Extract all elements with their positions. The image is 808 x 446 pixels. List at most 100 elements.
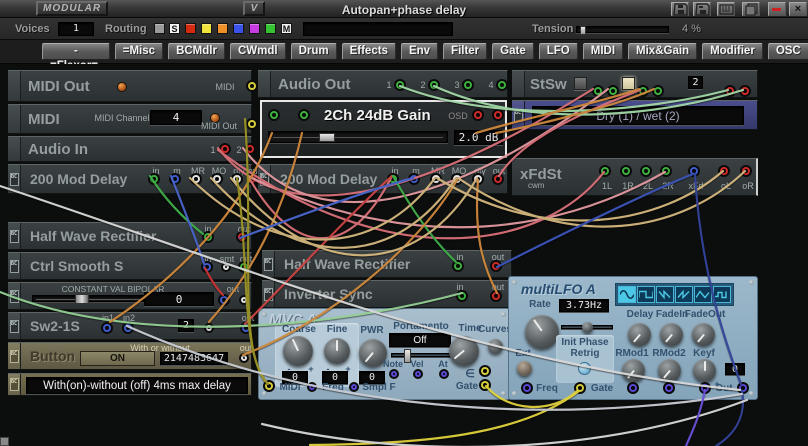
wave-saw-up-button[interactable]	[675, 286, 693, 303]
keyboard-icon[interactable]	[717, 2, 735, 16]
stsw-in-port-2[interactable]	[609, 87, 617, 95]
constant-slider[interactable]	[32, 295, 144, 302]
rate-value[interactable]: 3.73Hz	[559, 299, 609, 312]
tension-slider-handle[interactable]	[580, 26, 586, 35]
module-constant-val[interactable]: BC CONSTANT VAL BIPOLAR 0 out	[8, 282, 252, 310]
audio-out-port-3[interactable]	[464, 81, 472, 89]
routing-swatch[interactable]	[217, 23, 228, 34]
module-multilfo-a[interactable]: multiLFO A Rate 3.73Hz Delay FadeIn Fade…	[508, 276, 758, 400]
module-half-wave-rectifier-mid[interactable]: BC Half Wave Rectifier in out	[262, 250, 512, 278]
routing-swatch[interactable]	[154, 23, 165, 34]
delay-in-port[interactable]	[150, 175, 158, 183]
constant-out-port[interactable]	[220, 296, 228, 304]
audio-out-port-2[interactable]	[430, 81, 438, 89]
xfd-1r-port[interactable]	[622, 167, 630, 175]
stsw-in-port-1[interactable]	[594, 87, 602, 95]
sw2-value[interactable]: 2	[178, 319, 194, 332]
stsw-out-port-2[interactable]	[741, 87, 749, 95]
smooth-in-port[interactable]	[203, 263, 211, 271]
constant-out-port-2[interactable]	[241, 297, 247, 303]
keyf-value[interactable]: 0	[725, 363, 745, 375]
vel-port[interactable]	[415, 371, 421, 377]
sw2-in1-port[interactable]	[103, 324, 111, 332]
toolbar-button-flexor[interactable]: -=Flexor=-	[42, 43, 110, 60]
module-inverter-sync[interactable]: BC Inverter Sync in out	[262, 280, 512, 308]
audio-out-port-1[interactable]	[396, 81, 404, 89]
toolbar-button-drum[interactable]: Drum	[291, 43, 337, 60]
close-icon[interactable]: ×	[789, 2, 807, 16]
wave-saw-down-button[interactable]	[656, 286, 674, 303]
smpl-port[interactable]	[351, 384, 357, 390]
time-knob[interactable]	[449, 336, 479, 366]
delay-mr-port[interactable]	[432, 175, 440, 183]
curves-knob[interactable]	[488, 339, 503, 354]
gain-in-port-1[interactable]	[270, 111, 278, 119]
delay-out-port[interactable]	[248, 175, 256, 183]
module-audio-in[interactable]: Audio In 1 2	[8, 136, 252, 162]
rectifier-in-port[interactable]	[454, 262, 462, 270]
sw2-out-port[interactable]	[242, 324, 250, 332]
inverter-in-port[interactable]	[458, 292, 466, 300]
gain-out-port-1[interactable]	[474, 111, 482, 119]
rmod2-knob[interactable]	[658, 359, 681, 382]
sw2-in2-port[interactable]	[124, 324, 132, 332]
note-port[interactable]	[391, 371, 397, 377]
module-mod-delay-left[interactable]: BC 200 Mod Delay in m MR MO dly out	[8, 164, 252, 194]
fine-knob[interactable]	[324, 338, 350, 364]
wave-sine-button[interactable]	[618, 286, 636, 303]
module-sw2-1s[interactable]: BC Sw2-1S in1 in2 2 out	[8, 312, 252, 340]
xfd-outr-port[interactable]	[742, 167, 750, 175]
module-xfdst[interactable]: xFdSt cwm 1L 1R 2L 2R xFd oL oR	[512, 158, 758, 196]
toolbar-button-cwmdl[interactable]: CWmdl	[230, 43, 286, 60]
toolbar-button-filter[interactable]: Filter	[443, 43, 487, 60]
rectifier-out-port[interactable]	[492, 262, 500, 270]
lfo-rmod1-port[interactable]	[629, 384, 637, 392]
portamento-slider[interactable]	[391, 353, 457, 357]
smooth-time-port[interactable]	[223, 264, 229, 270]
gain-slider-handle[interactable]	[319, 133, 335, 142]
xfd-outl-port[interactable]	[720, 167, 728, 175]
rate-slider[interactable]	[561, 325, 613, 329]
routing-swatch[interactable]	[233, 23, 244, 34]
audio-in-port-2[interactable]	[246, 145, 254, 153]
wave-triangle-button[interactable]	[694, 286, 712, 303]
audio-in-port-1[interactable]	[221, 145, 229, 153]
retrig-button[interactable]	[578, 362, 591, 375]
inverter-out-port[interactable]	[492, 292, 500, 300]
gain-in-port-2[interactable]	[300, 111, 308, 119]
minimize-icon[interactable]	[768, 2, 786, 16]
module-stsw[interactable]: StSw 2	[512, 70, 758, 98]
toolbar-button-bcmdlr[interactable]: BCMdlr	[168, 43, 225, 60]
rectifier-out-port[interactable]	[238, 233, 246, 241]
toolbar-button-midi[interactable]: MIDI	[583, 43, 623, 60]
module-midi-out[interactable]: MIDI Out MIDI	[8, 70, 252, 102]
toolbar-button-modifier[interactable]: Modifier	[702, 43, 763, 60]
keyf-knob[interactable]	[693, 359, 716, 382]
tension-slider[interactable]	[576, 26, 669, 33]
delay-mo-port[interactable]	[213, 175, 221, 183]
smooth-out-port[interactable]	[240, 263, 248, 271]
module-midi[interactable]: MIDI MIDI Channel 4 MIDI Out	[8, 104, 252, 134]
midi-port[interactable]	[248, 82, 256, 90]
lfo-freq-port[interactable]	[523, 384, 531, 392]
rate-slider-handle[interactable]	[582, 322, 593, 333]
xfd-2l-port[interactable]	[642, 167, 650, 175]
module-gain[interactable]: 2Ch 24dB Gain OSD 2.0 dB	[260, 100, 507, 158]
osd-label[interactable]: OSD	[448, 111, 468, 121]
delay-dly-port[interactable]	[233, 175, 241, 183]
routing-swatch[interactable]	[185, 23, 196, 34]
module-half-wave-rectifier-left[interactable]: BC Half Wave Rectifier in out	[8, 222, 252, 250]
gate-port-b[interactable]	[481, 381, 489, 389]
xfd-1l-port[interactable]	[601, 167, 609, 175]
freq-port[interactable]	[309, 384, 315, 390]
toolbar-button-effects[interactable]: Effects	[342, 43, 396, 60]
rate-knob[interactable]	[525, 315, 559, 349]
routing-swatch[interactable]	[249, 23, 260, 34]
stsw-in-port-3[interactable]	[639, 87, 647, 95]
mute-toggle[interactable]: M	[281, 23, 292, 34]
button-value[interactable]: 2147483647	[160, 352, 228, 365]
save-as-icon[interactable]	[693, 2, 711, 16]
lfo-out-port[interactable]	[739, 384, 747, 392]
gate-port-a[interactable]	[481, 367, 489, 375]
gain-slider[interactable]	[268, 131, 448, 143]
